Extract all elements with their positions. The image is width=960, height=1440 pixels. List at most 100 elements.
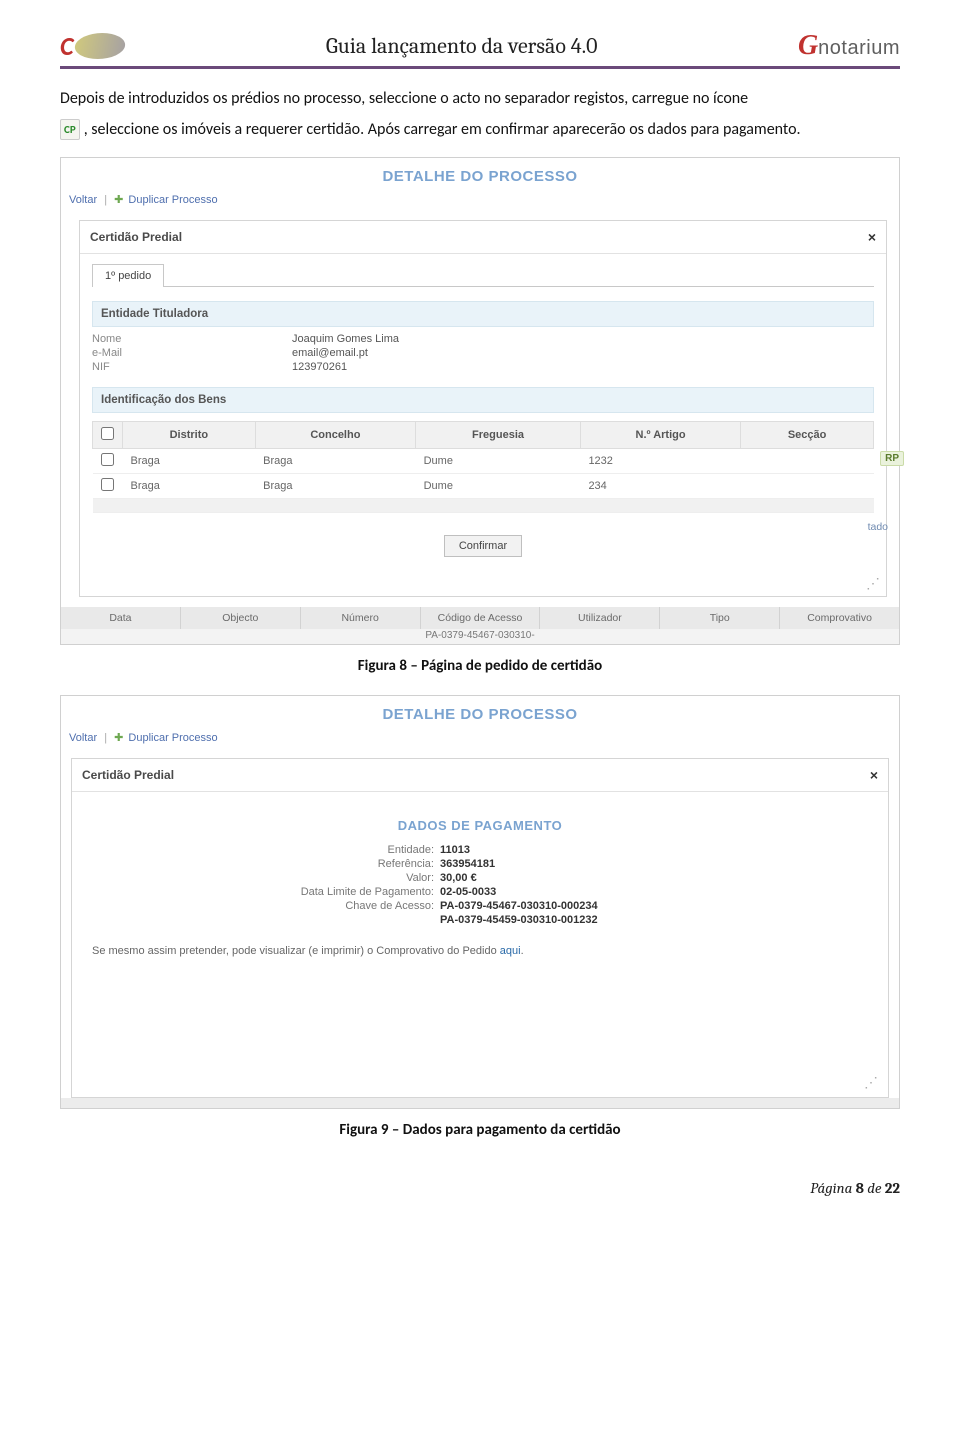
body-paragraph: Depois de introduzidos os prédios no pro…: [60, 87, 900, 112]
cell-seccao: [741, 448, 874, 473]
payment-data: Entidade:11013 Referência:363954181 Valo…: [270, 843, 690, 927]
screenshot-1: DETALHE DO PROCESSO Voltar | ✚ Duplicar …: [60, 157, 900, 645]
value-email: email@email.pt: [292, 347, 874, 359]
bg-col-comprovativo: Comprovativo: [780, 607, 899, 629]
paragraph-part-1: Depois de introduzidos os prédios no pro…: [60, 89, 748, 108]
label-valor: Valor:: [270, 872, 440, 884]
bg-col-tipo: Tipo: [660, 607, 780, 629]
cell-distrito: Braga: [123, 448, 256, 473]
label-email: e-Mail: [92, 347, 292, 359]
check-all[interactable]: [101, 427, 114, 440]
duplicate-process-link[interactable]: Duplicar Processo: [128, 732, 217, 744]
figure-9-caption: Figura 9 – Dados para pagamento da certi…: [60, 1121, 900, 1139]
panel-title: Certidão Predial: [82, 768, 174, 782]
separator-icon: |: [104, 194, 107, 206]
table-row: Braga Braga Dume 1232: [93, 448, 874, 473]
value-nif: 123970261: [292, 361, 874, 373]
cp-icon: CP: [60, 119, 80, 140]
footer-prefix: Página: [810, 1179, 855, 1197]
toolbar: Voltar | ✚ Duplicar Processo: [61, 729, 899, 752]
document-header: C Guia lançamento da versão 4.0 Gnotariu…: [60, 30, 900, 69]
figure-8-caption: Figura 8 – Página de pedido de certidão: [60, 657, 900, 675]
confirm-button[interactable]: Confirmar: [444, 535, 522, 557]
close-icon[interactable]: ×: [870, 767, 878, 783]
paragraph-part-2: , seleccione os imóveis a requerer certi…: [84, 120, 801, 139]
cell-seccao: [741, 473, 874, 498]
button-row: Confirmar: [80, 535, 886, 557]
back-link[interactable]: Voltar: [69, 732, 97, 744]
duplicate-icon: ✚: [114, 732, 123, 744]
duplicate-icon: ✚: [114, 194, 123, 206]
value-data-limite: 02-05-0033: [440, 886, 496, 898]
section-bens: Identificação dos Bens: [92, 387, 874, 413]
logo-notarium-text: notarium: [818, 37, 900, 59]
entity-fields: Nome Joaquim Gomes Lima e-Mail email@ema…: [92, 333, 874, 373]
logo-g-letter: G: [798, 30, 818, 61]
label-entidade: Entidade:: [270, 844, 440, 856]
cell-concelho: Braga: [255, 473, 415, 498]
value-referencia: 363954181: [440, 858, 495, 870]
cell-artigo: 234: [580, 473, 740, 498]
bg-col-objecto: Objecto: [181, 607, 301, 629]
print-note-text: Se mesmo assim pretender, pode visualiza…: [92, 945, 500, 957]
separator-icon: |: [104, 732, 107, 744]
print-note: Se mesmo assim pretender, pode visualiza…: [92, 945, 868, 957]
tabs-container: 1º pedido: [92, 264, 874, 287]
bens-table: Distrito Concelho Freguesia N.º Artigo S…: [92, 421, 874, 513]
table-footer-row: [93, 498, 874, 512]
value-chave-2: PA-0379-45459-030310-001232: [440, 914, 598, 926]
process-detail-title: DETALHE DO PROCESSO: [61, 696, 899, 729]
bg-col-data: Data: [61, 607, 181, 629]
bg-col-codigo: Código de Acesso: [421, 607, 541, 629]
col-concelho: Concelho: [255, 421, 415, 448]
value-nome: Joaquim Gomes Lima: [292, 333, 874, 345]
tab-first-request[interactable]: 1º pedido: [92, 264, 164, 287]
cell-freguesia: Dume: [416, 448, 581, 473]
document-title: Guia lançamento da versão 4.0: [326, 33, 598, 59]
close-icon[interactable]: ×: [868, 229, 876, 245]
col-distrito: Distrito: [123, 421, 256, 448]
row-check[interactable]: [101, 478, 114, 491]
label-data-limite: Data Limite de Pagamento:: [270, 886, 440, 898]
col-seccao: Secção: [741, 421, 874, 448]
value-chave-1: PA-0379-45467-030310-000234: [440, 900, 598, 912]
payment-panel: Certidão Predial × DADOS DE PAGAMENTO En…: [71, 758, 889, 1098]
bg-col-numero: Número: [301, 607, 421, 629]
cell-distrito: Braga: [123, 473, 256, 498]
back-link[interactable]: Voltar: [69, 194, 97, 206]
page-footer: Página 8 de 22: [60, 1179, 900, 1197]
cell-artigo: 1232: [580, 448, 740, 473]
label-nome: Nome: [92, 333, 292, 345]
value-entidade: 11013: [440, 844, 470, 856]
panel-title: Certidão Predial: [90, 230, 182, 244]
footer-current: 8: [856, 1179, 864, 1197]
body-paragraph-cont: CP, seleccione os imóveis a requerer cer…: [60, 118, 900, 143]
logo-c-letter: C: [60, 30, 73, 62]
col-freguesia: Freguesia: [416, 421, 581, 448]
table-row: Braga Braga Dume 234: [93, 473, 874, 498]
duplicate-process-link[interactable]: Duplicar Processo: [128, 194, 217, 206]
partial-text-tado: tado: [868, 521, 888, 533]
certidao-panel: Certidão Predial × 1º pedido Entidade Ti…: [79, 220, 887, 597]
label-referencia: Referência:: [270, 858, 440, 870]
logo-swirl-icon: [73, 33, 128, 59]
logo-left: C: [60, 30, 125, 62]
col-check: [93, 421, 123, 448]
footer-of: de: [864, 1179, 885, 1197]
section-entidade: Entidade Tituladora: [92, 301, 874, 327]
col-artigo: N.º Artigo: [580, 421, 740, 448]
resize-handle-icon[interactable]: ⋰: [80, 575, 886, 596]
row-check[interactable]: [101, 453, 114, 466]
process-detail-title: DETALHE DO PROCESSO: [61, 158, 899, 191]
bg-code-text: PA-0379-45467-030310-: [61, 629, 899, 644]
aqui-link[interactable]: aqui: [500, 945, 521, 957]
label-empty: [270, 914, 440, 926]
background-header-row: Data Objecto Número Código de Acesso Uti…: [61, 607, 899, 629]
label-nif: NIF: [92, 361, 292, 373]
bg-col-utilizador: Utilizador: [540, 607, 660, 629]
label-chave-acesso: Chave de Acesso:: [270, 900, 440, 912]
print-note-suffix: .: [521, 945, 524, 957]
value-valor: 30,00 €: [440, 872, 477, 884]
screenshot-2: DETALHE DO PROCESSO Voltar | ✚ Duplicar …: [60, 695, 900, 1109]
resize-handle-icon[interactable]: ⋰: [864, 1074, 884, 1095]
